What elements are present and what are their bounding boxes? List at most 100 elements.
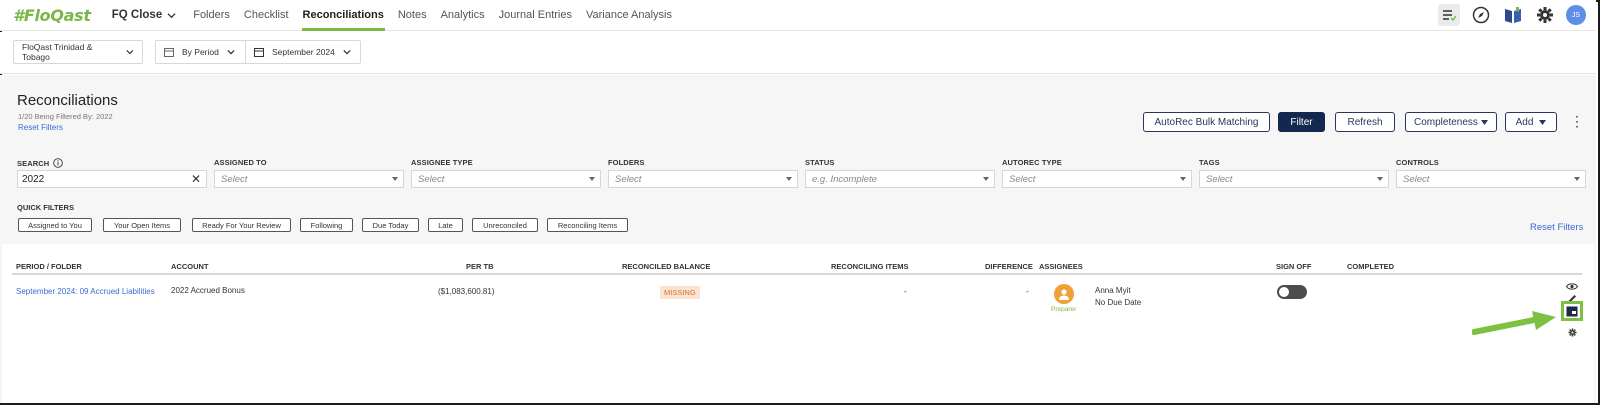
quick-filter-assigned-to-you[interactable]: Assigned to You <box>18 218 92 232</box>
autorec-type-select[interactable]: Select <box>1002 170 1192 188</box>
header-account[interactable]: ACCOUNT <box>171 262 209 271</box>
compass-icon[interactable] <box>1470 4 1492 26</box>
user-icon <box>1059 289 1069 300</box>
quick-filters-label: QUICK FILTERS <box>17 203 74 212</box>
header-reconciled-balance[interactable]: RECONCILED BALANCE <box>622 262 710 271</box>
book-icon[interactable] <box>1502 4 1524 26</box>
nav-checklist[interactable]: Checklist <box>237 0 296 31</box>
header-difference[interactable]: DIFFERENCE <box>985 262 1033 271</box>
caret-down-icon <box>1377 177 1383 181</box>
add-dropdown[interactable]: Add <box>1505 112 1557 132</box>
checklist-icon[interactable] <box>1438 4 1460 26</box>
quick-filter-ready-for-review[interactable]: Ready For Your Review <box>192 218 291 232</box>
autorec-bulk-matching-button[interactable]: AutoRec Bulk Matching <box>1143 112 1270 132</box>
quick-filter-reconciling-items[interactable]: Reconciling Items <box>547 218 628 232</box>
header-completed: COMPLETED <box>1347 262 1395 271</box>
completeness-label: Completeness <box>1414 116 1478 128</box>
nav-icons: JS <box>1438 4 1586 26</box>
quick-filter-unreconciled[interactable]: Unreconciled <box>472 218 538 232</box>
more-options-icon[interactable]: ⋮ <box>1570 113 1584 130</box>
sign-off-toggle[interactable] <box>1277 285 1307 299</box>
highlight-box <box>1561 301 1583 321</box>
autorec-type-label: AUTOREC TYPE <box>1002 158 1062 167</box>
folders-label: FOLDERS <box>608 158 645 167</box>
nav-journal-entries[interactable]: Journal Entries <box>492 0 579 31</box>
header-sign-off: SIGN OFF <box>1276 262 1312 271</box>
controls-select[interactable]: Select <box>1396 170 1586 188</box>
assignee-type-select[interactable]: Select <box>411 170 601 188</box>
caret-down-icon <box>1539 119 1547 125</box>
assigned-to-label: ASSIGNED TO <box>214 158 267 167</box>
period-label: September 2024 <box>272 47 335 57</box>
row-period-folder-link[interactable]: September 2024: 09 Accrued Liabilities <box>16 287 155 296</box>
clear-search-icon[interactable]: ✕ <box>191 172 201 186</box>
assigned-to-select[interactable]: Select <box>214 170 404 188</box>
quick-filter-due-today[interactable]: Due Today <box>362 218 419 232</box>
quick-filter-late[interactable]: Late <box>428 218 463 232</box>
header-divider <box>12 273 1582 275</box>
assignee-name: Anna Myit <box>1095 286 1131 295</box>
tags-label: TAGS <box>1199 158 1220 167</box>
header-assignees: ASSIGNEES <box>1039 262 1083 271</box>
view-selector[interactable]: By Period <box>155 40 245 64</box>
caret-down-icon <box>392 177 398 181</box>
completeness-dropdown[interactable]: Completeness <box>1405 112 1497 132</box>
folders-select[interactable]: Select <box>608 170 798 188</box>
row-per-tb: ($1,083,600.81) <box>438 287 495 296</box>
caret-down-icon <box>786 177 792 181</box>
row-reconciling-items: - <box>904 287 907 296</box>
reset-filters-link[interactable]: Reset Filters <box>18 123 63 132</box>
caret-down-icon <box>1481 119 1488 125</box>
status-select[interactable]: e.g. Incomplete <box>805 170 995 188</box>
calendar-icon <box>164 48 174 57</box>
header-reconciling-items[interactable]: RECONCILING ITEMS <box>831 262 909 271</box>
status-label: STATUS <box>805 158 835 167</box>
chevron-down-icon <box>126 50 134 55</box>
nav-analytics[interactable]: Analytics <box>434 0 492 31</box>
nav-links: Folders Checklist Reconciliations Notes … <box>186 0 679 31</box>
search-input[interactable]: 2022 ✕ <box>17 170 207 188</box>
chevron-down-icon <box>167 12 176 18</box>
nav-variance-analysis[interactable]: Variance Analysis <box>579 0 679 31</box>
entity-selector[interactable]: FloQast Trinidad & Tobago <box>13 40 143 64</box>
header-per-tb[interactable]: PER TB <box>466 262 494 271</box>
row-account: 2022 Accrued Bonus <box>171 286 245 295</box>
quick-filter-following[interactable]: Following <box>300 218 353 232</box>
nav-reconciliations[interactable]: Reconciliations <box>296 0 391 31</box>
nav-notes[interactable]: Notes <box>391 0 434 31</box>
refresh-button[interactable]: Refresh <box>1335 112 1395 132</box>
view-icon[interactable] <box>1565 279 1579 293</box>
entity-label: FloQast Trinidad & Tobago <box>22 42 93 62</box>
chevron-down-icon <box>343 49 351 55</box>
user-avatar[interactable]: JS <box>1566 5 1586 25</box>
settings-gear-icon[interactable] <box>1565 325 1579 339</box>
nav-folders[interactable]: Folders <box>186 0 237 31</box>
caret-down-icon <box>589 177 595 181</box>
workspace-label: FQ Close <box>111 9 163 21</box>
top-navigation: #FloQast FQ Close Folders Checklist Reco… <box>0 0 1596 31</box>
assignee-type-label: ASSIGNEE TYPE <box>411 158 473 167</box>
floqast-logo[interactable]: #FloQast <box>13 6 91 25</box>
workspace-switcher[interactable]: FQ Close <box>112 9 176 21</box>
controls-label: CONTROLS <box>1396 158 1439 167</box>
header-period-folder[interactable]: PERIOD / FOLDER <box>16 262 82 271</box>
pointer-arrow-icon <box>1472 311 1556 335</box>
missing-badge: MISSING <box>660 286 700 299</box>
filter-summary: 1/20 Being Filtered By: 2022 <box>18 112 113 121</box>
page-title: Reconciliations <box>17 92 118 109</box>
due-date: No Due Date <box>1095 298 1142 307</box>
tags-select[interactable]: Select <box>1199 170 1389 188</box>
row-difference: - <box>1026 287 1029 296</box>
gear-icon[interactable] <box>1534 4 1556 26</box>
assignee-avatar[interactable] <box>1054 284 1074 304</box>
info-icon[interactable] <box>53 158 64 168</box>
search-value: 2022 <box>22 173 45 185</box>
caret-down-icon <box>1180 177 1186 181</box>
search-label: SEARCH <box>17 158 64 168</box>
period-selector[interactable]: September 2024 <box>245 40 361 64</box>
filter-button[interactable]: Filter <box>1278 112 1325 132</box>
reset-filters-link-right[interactable]: Reset Filters <box>1530 222 1583 233</box>
caret-down-icon <box>1574 177 1580 181</box>
quick-filter-your-open-items[interactable]: Your Open Items <box>103 218 181 232</box>
chevron-down-icon <box>227 49 235 55</box>
